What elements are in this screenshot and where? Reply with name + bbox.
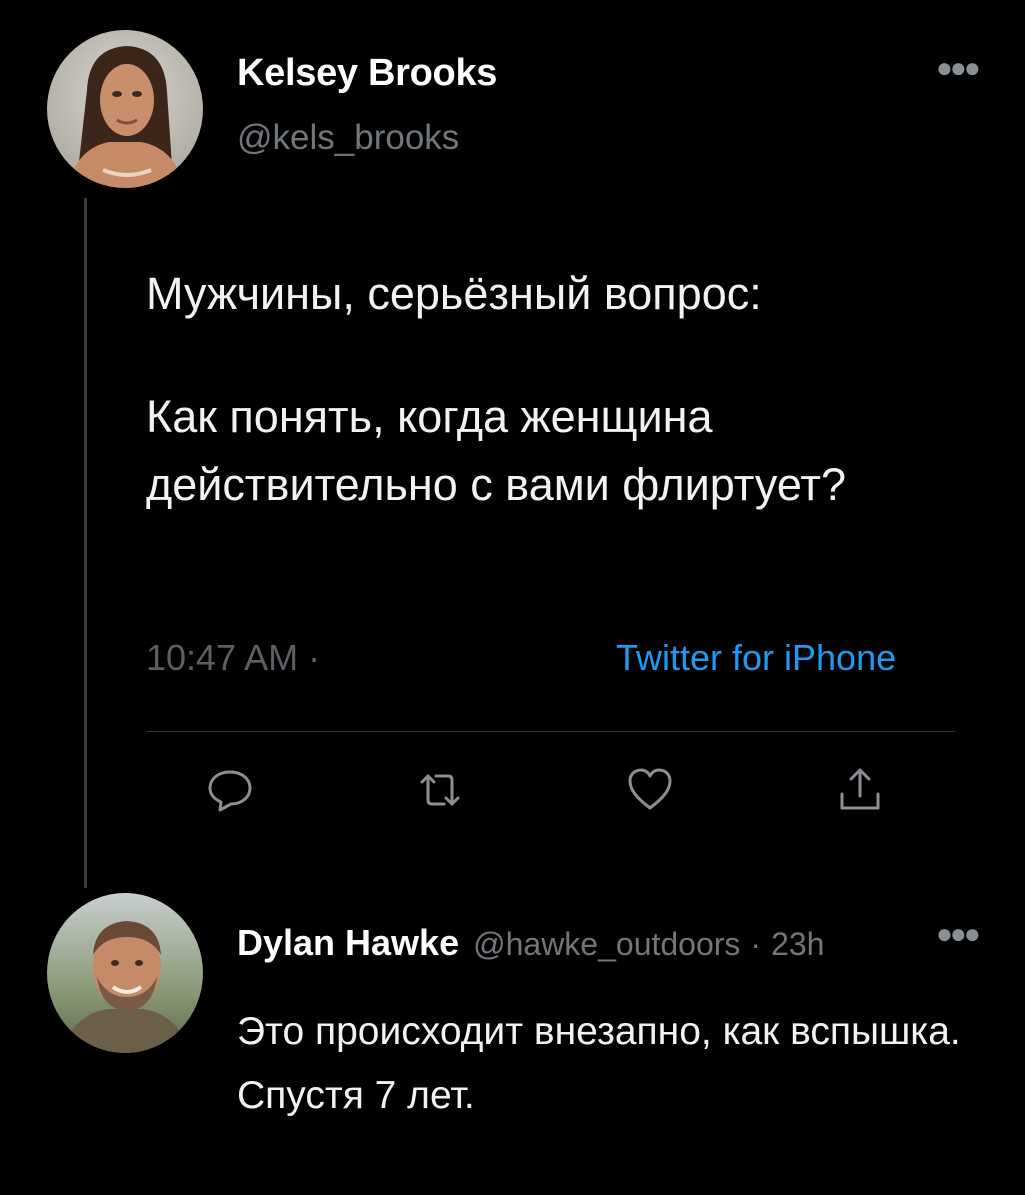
like-button[interactable] [624, 764, 676, 816]
reply-timestamp[interactable]: 23h [771, 926, 824, 962]
author-name[interactable]: Kelsey Brooks [237, 52, 497, 95]
tweet-timestamp[interactable]: 10:47 AM · [146, 637, 320, 679]
reply-separator: · [750, 926, 762, 962]
heart-icon [628, 768, 672, 810]
more-horizontal-icon[interactable]: ●●● [936, 52, 981, 84]
tweet-source-link[interactable]: Twitter for iPhone [616, 637, 896, 679]
reply-header: Dylan Hawke @hawke_outdoors · 23h [237, 922, 824, 964]
divider [146, 731, 956, 732]
share-icon [840, 768, 880, 810]
retweet-icon [420, 774, 460, 806]
author-avatar[interactable] [47, 30, 203, 188]
reply-author-avatar[interactable] [47, 893, 203, 1053]
thread-line [84, 198, 87, 888]
comment-icon [208, 770, 252, 812]
reply-author-name[interactable]: Dylan Hawke [237, 922, 459, 963]
tweet-text-paragraph-2: Как понять, когда женщина действительно … [146, 391, 847, 510]
reply-author-handle[interactable]: @hawke_outdoors [473, 926, 740, 962]
author-handle[interactable]: @kels_brooks [237, 118, 459, 158]
tweet-text-line-1: Мужчины, серьёзный вопрос: [146, 268, 762, 319]
share-button[interactable] [834, 764, 886, 816]
retweet-button[interactable] [414, 764, 466, 816]
reply-text: Это происходит внезапно, как вспышка. Сп… [237, 1010, 961, 1117]
more-horizontal-icon[interactable]: ●●● [936, 918, 981, 950]
reply-button[interactable] [204, 764, 256, 816]
